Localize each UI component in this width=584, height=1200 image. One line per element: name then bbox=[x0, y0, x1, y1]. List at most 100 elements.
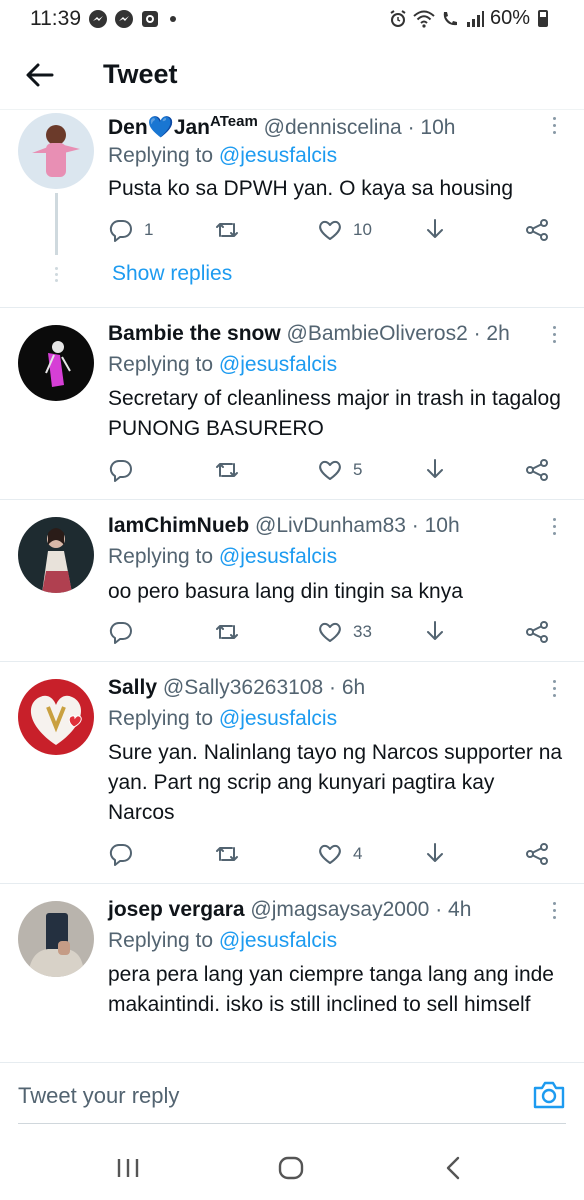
retweet-icon bbox=[216, 223, 238, 237]
replying-label: Replying to bbox=[108, 144, 214, 167]
tweet-header: IamChimNueb @LivDunham83 · 10h bbox=[108, 514, 460, 538]
system-nav-bar bbox=[0, 1130, 584, 1200]
reply-icon bbox=[109, 219, 132, 242]
retweet-icon bbox=[216, 847, 238, 861]
retweet-icon bbox=[216, 463, 238, 477]
tweet-reply[interactable]: Bambie the snow @BambieOliveros2 · 2h Re… bbox=[0, 309, 584, 500]
more-options-icon[interactable] bbox=[552, 680, 558, 700]
heart-icon bbox=[319, 460, 341, 480]
mention-link[interactable]: @jesusfalcis bbox=[219, 707, 337, 730]
download-arrow-icon bbox=[427, 459, 443, 478]
tweet-time: · 6h bbox=[329, 676, 366, 699]
like-button[interactable]: 33 bbox=[317, 619, 372, 645]
mention-link[interactable]: @jesusfalcis bbox=[219, 929, 337, 952]
user-handle[interactable]: @LivDunham83 bbox=[255, 514, 406, 537]
recents-icon[interactable] bbox=[110, 1150, 146, 1186]
camera-icon[interactable] bbox=[532, 1079, 566, 1111]
thread-line bbox=[55, 193, 58, 255]
avatar[interactable] bbox=[18, 679, 94, 755]
heart-icon bbox=[319, 844, 341, 864]
user-handle[interactable]: @jmagsaysay2000 bbox=[250, 898, 429, 921]
like-button[interactable]: 4 bbox=[317, 841, 362, 867]
replying-to: Replying to @jesusfalcis bbox=[108, 545, 337, 569]
display-name[interactable]: Den💙Jan bbox=[108, 116, 210, 139]
reply-input[interactable] bbox=[18, 1083, 498, 1109]
like-count: 10 bbox=[353, 220, 372, 239]
share-icon bbox=[526, 843, 548, 865]
user-handle[interactable]: @BambieOliveros2 bbox=[287, 322, 468, 345]
replying-to: Replying to @jesusfalcis bbox=[108, 353, 337, 377]
dot-icon bbox=[170, 16, 176, 22]
tweet-reply[interactable]: Sally @Sally36263108 · 6h Replying to @j… bbox=[0, 663, 584, 884]
tweet-actions: 5 bbox=[108, 457, 558, 487]
show-replies-link[interactable]: Show replies bbox=[112, 262, 232, 286]
like-button[interactable]: 10 bbox=[317, 217, 372, 243]
share-button[interactable] bbox=[524, 841, 550, 867]
tweet-reply[interactable]: IamChimNueb @LivDunham83 · 10h Replying … bbox=[0, 501, 584, 662]
tweet-actions: 4 bbox=[108, 841, 558, 871]
tweet-header: josep vergara @jmagsaysay2000 · 4h bbox=[108, 898, 471, 922]
replying-label: Replying to bbox=[108, 545, 214, 568]
tweet-text: oo pero basura lang din tingin sa knya bbox=[108, 580, 463, 603]
battery-icon bbox=[538, 10, 548, 27]
app-header: Tweet bbox=[0, 40, 584, 110]
reply-button[interactable] bbox=[108, 841, 144, 867]
more-options-icon[interactable] bbox=[552, 117, 558, 137]
wifi-icon bbox=[413, 10, 435, 28]
avatar[interactable] bbox=[18, 113, 94, 189]
retweet-button[interactable] bbox=[214, 217, 240, 243]
camera-app-icon bbox=[142, 11, 158, 27]
tweet-time: · 2h bbox=[473, 322, 510, 345]
more-options-icon[interactable] bbox=[552, 326, 558, 346]
retweet-button[interactable] bbox=[214, 841, 240, 867]
display-name[interactable]: Sally bbox=[108, 676, 157, 699]
alarm-icon bbox=[390, 9, 406, 27]
replying-to: Replying to @jesusfalcis bbox=[108, 144, 337, 168]
back-icon[interactable] bbox=[436, 1150, 472, 1186]
more-options-icon[interactable] bbox=[552, 902, 558, 922]
mention-link[interactable]: @jesusfalcis bbox=[219, 545, 337, 568]
share-button[interactable] bbox=[524, 619, 550, 645]
user-handle[interactable]: @denniscelina bbox=[264, 116, 402, 139]
like-button[interactable]: 5 bbox=[317, 457, 362, 483]
page-title: Tweet bbox=[103, 59, 178, 89]
download-button[interactable] bbox=[422, 217, 448, 243]
heart-icon bbox=[319, 622, 341, 642]
replying-label: Replying to bbox=[108, 353, 214, 376]
download-button[interactable] bbox=[422, 457, 448, 483]
tweet-reply[interactable]: josep vergara @jmagsaysay2000 · 4h Reply… bbox=[0, 885, 584, 1062]
messenger-icon bbox=[115, 10, 133, 28]
tweet-time: · 10h bbox=[411, 514, 460, 537]
share-button[interactable] bbox=[524, 217, 550, 243]
tweet-header: Bambie the snow @BambieOliveros2 · 2h bbox=[108, 322, 510, 346]
tweet-text: pera pera lang yan ciempre tanga lang an… bbox=[108, 963, 554, 1016]
mention-link[interactable]: @jesusfalcis bbox=[219, 144, 337, 167]
back-arrow-icon[interactable] bbox=[22, 57, 58, 93]
tweet-text: Sure yan. Nalinlang tayo ng Narcos suppo… bbox=[108, 741, 563, 824]
reply-button[interactable] bbox=[108, 619, 144, 645]
reply-button[interactable]: 1 bbox=[108, 217, 153, 243]
user-handle[interactable]: @Sally36263108 bbox=[163, 676, 323, 699]
display-name[interactable]: josep vergara bbox=[108, 898, 245, 921]
share-button[interactable] bbox=[524, 457, 550, 483]
more-options-icon[interactable] bbox=[552, 518, 558, 538]
reply-button[interactable] bbox=[108, 457, 144, 483]
home-icon[interactable] bbox=[273, 1150, 309, 1186]
heart-icon bbox=[319, 220, 341, 240]
retweet-button[interactable] bbox=[214, 457, 240, 483]
tweet-reply[interactable]: Den💙JanATeam @denniscelina · 10h Replyin… bbox=[0, 111, 584, 308]
reply-composer bbox=[0, 1062, 584, 1126]
tweet-text: Secretary of cleanliness major in trash … bbox=[108, 387, 561, 440]
avatar[interactable] bbox=[18, 901, 94, 977]
replying-to: Replying to @jesusfalcis bbox=[108, 707, 337, 731]
download-button[interactable] bbox=[422, 619, 448, 645]
mention-link[interactable]: @jesusfalcis bbox=[219, 353, 337, 376]
download-button[interactable] bbox=[422, 841, 448, 867]
display-name[interactable]: Bambie the snow bbox=[108, 322, 281, 345]
like-count: 5 bbox=[353, 460, 363, 479]
avatar[interactable] bbox=[18, 325, 94, 401]
avatar[interactable] bbox=[18, 517, 94, 593]
messenger-icon bbox=[89, 10, 107, 28]
display-name[interactable]: IamChimNueb bbox=[108, 514, 249, 537]
retweet-button[interactable] bbox=[214, 619, 240, 645]
